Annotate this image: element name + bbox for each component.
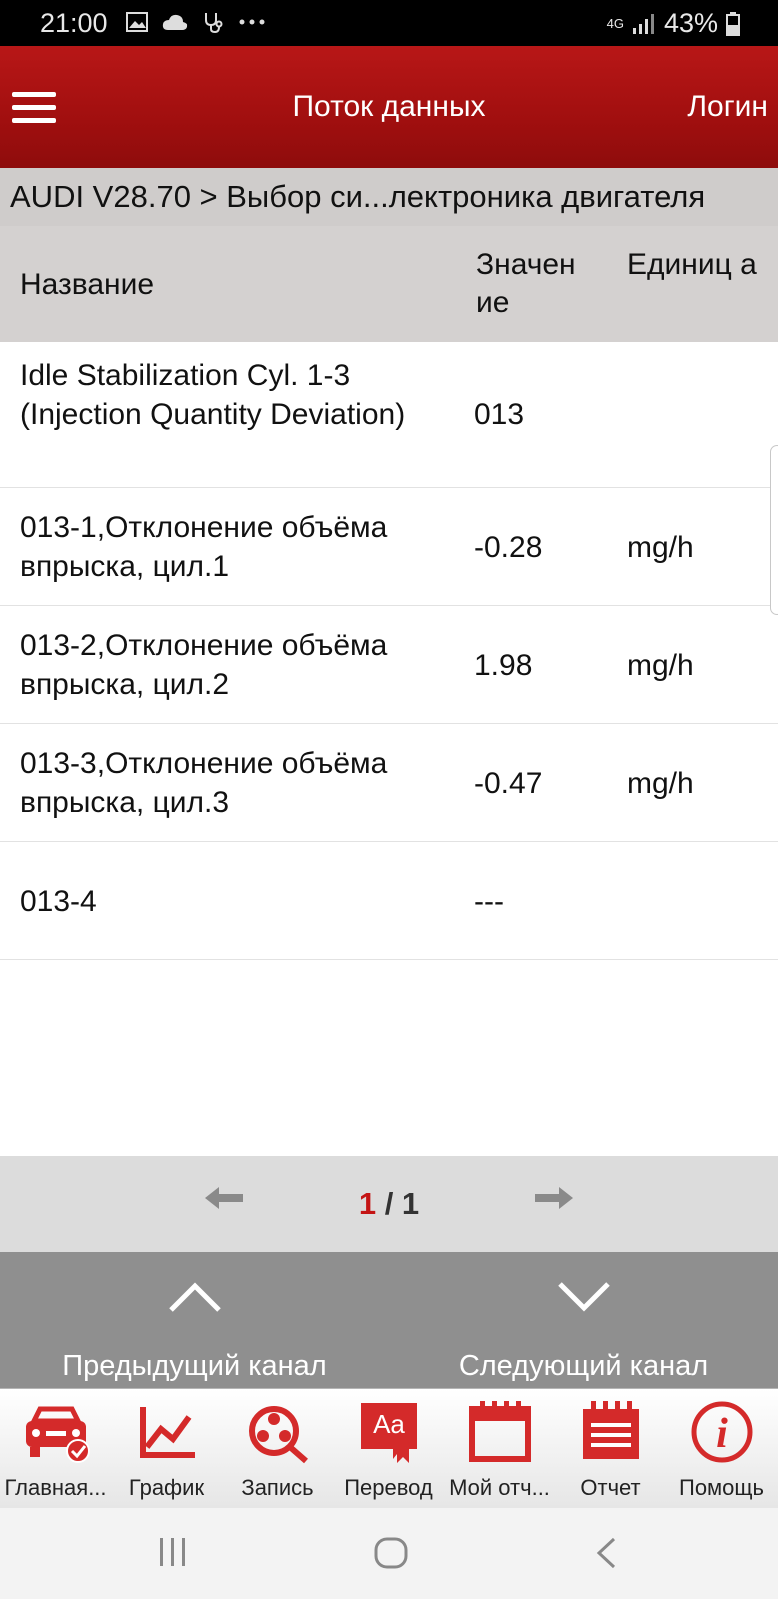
help-icon: i <box>691 1401 752 1463</box>
row-name: 013-1,Отклонение объёма впрыска, цил.1 <box>20 511 388 583</box>
toolbar-label: Мой отч... <box>449 1475 550 1500</box>
svg-text:i: i <box>716 1411 728 1457</box>
toolbar-label: Отчет <box>580 1475 641 1500</box>
my-report-icon <box>468 1401 531 1462</box>
next-page-arrow-icon[interactable] <box>533 1184 575 1212</box>
page-title: Поток данных <box>292 90 486 123</box>
status-bar: 21:00 4G 43% <box>0 0 778 46</box>
battery-level: 43% <box>663 8 718 38</box>
more-icon <box>239 19 265 25</box>
status-time: 21:00 <box>40 8 108 38</box>
graph-icon <box>139 1407 195 1458</box>
toolbar-label: Помощь <box>679 1475 764 1500</box>
pager: 1 / 1 <box>0 1156 778 1252</box>
status-icons <box>126 11 266 33</box>
app-bar: Поток данных Логин <box>0 46 778 168</box>
scroll-handle[interactable] <box>770 445 778 615</box>
stethoscope-icon <box>205 13 223 33</box>
row-value: -0.47 <box>474 767 543 800</box>
toolbar-home[interactable]: Главная... <box>0 1389 111 1509</box>
row-name: Idle Stabilization Cyl. 1-3 (Injection Q… <box>20 359 406 431</box>
row-value: 013 <box>474 398 525 431</box>
signal-icon <box>632 13 654 34</box>
toolbar-translate[interactable]: Aa Перевод <box>333 1389 444 1509</box>
current-page: 1 <box>358 1186 377 1221</box>
row-name: 013-4 <box>20 885 97 918</box>
column-header-name: Название <box>20 268 155 301</box>
next-channel-button[interactable]: Следующий канал <box>389 1252 778 1388</box>
recent-apps-icon[interactable] <box>158 1536 188 1568</box>
channel-bar: Предыдущий канал Следующий канал <box>0 1252 778 1388</box>
toolbar-report[interactable]: Отчет <box>555 1389 666 1509</box>
network-type: 4G <box>606 15 624 31</box>
toolbar-record[interactable]: Запись <box>222 1389 333 1509</box>
back-icon[interactable] <box>594 1536 618 1570</box>
toolbar-help[interactable]: i Помощь <box>666 1389 777 1509</box>
next-channel-label: Следующий канал <box>458 1350 709 1382</box>
record-icon <box>248 1406 308 1464</box>
car-home-icon <box>25 1406 90 1463</box>
system-nav-bar <box>0 1508 778 1599</box>
column-header-unit: Единиц а <box>627 248 757 281</box>
table-row[interactable]: 013-1,Отклонение объёма впрыска, цил.1 -… <box>0 488 778 606</box>
report-icon <box>582 1401 639 1459</box>
translate-icon: Aa <box>360 1403 417 1463</box>
status-right: 4G 43% <box>607 8 740 39</box>
row-unit: mg/h <box>627 767 694 800</box>
toolbar-my-report[interactable]: Мой отч... <box>444 1389 555 1509</box>
row-value: -0.28 <box>474 531 543 564</box>
toolbar-label: График <box>128 1475 205 1500</box>
table-row[interactable]: 013-4 --- <box>0 842 778 960</box>
prev-channel-label: Предыдущий канал <box>62 1350 327 1382</box>
breadcrumb: AUDI V28.70 > Выбор си...лектроника двиг… <box>0 168 778 226</box>
toolbar-label: Запись <box>241 1475 314 1500</box>
chevron-down-icon <box>557 1282 610 1312</box>
login-button[interactable]: Логин <box>687 90 768 124</box>
toolbar-label: Главная... <box>4 1475 107 1500</box>
chevron-up-icon <box>168 1282 221 1312</box>
row-unit: mg/h <box>627 649 694 682</box>
battery-icon <box>726 11 740 36</box>
total-pages: / 1 <box>384 1186 420 1221</box>
page-indicator: 1 / 1 <box>0 1186 778 1222</box>
row-unit: mg/h <box>627 531 694 564</box>
table-row[interactable]: 013-3,Отклонение объёма впрыска, цил.3 -… <box>0 724 778 842</box>
data-table: Idle Stabilization Cyl. 1-3 (Injection Q… <box>0 342 778 960</box>
bottom-toolbar: Главная... График Запись Aa Перевод Мой … <box>0 1388 778 1508</box>
table-row[interactable]: Idle Stabilization Cyl. 1-3 (Injection Q… <box>0 342 778 488</box>
toolbar-graph[interactable]: График <box>111 1389 222 1509</box>
column-header-value: Значен ие <box>476 248 576 319</box>
table-row[interactable]: 013-2,Отклонение объёма впрыска, цил.2 1… <box>0 606 778 724</box>
row-value: --- <box>474 885 504 918</box>
prev-channel-button[interactable]: Предыдущий канал <box>0 1252 389 1388</box>
table-header: Название Значен ие Единиц а <box>0 226 778 342</box>
cloud-icon <box>162 14 188 30</box>
toolbar-label: Перевод <box>344 1475 433 1500</box>
row-name: 013-2,Отклонение объёма впрыска, цил.2 <box>20 629 388 701</box>
row-value: 1.98 <box>474 649 533 682</box>
svg-text:Aa: Aa <box>373 1409 405 1439</box>
home-icon[interactable] <box>373 1536 409 1570</box>
image-icon <box>126 12 148 32</box>
row-name: 013-3,Отклонение объёма впрыска, цил.3 <box>20 747 388 819</box>
